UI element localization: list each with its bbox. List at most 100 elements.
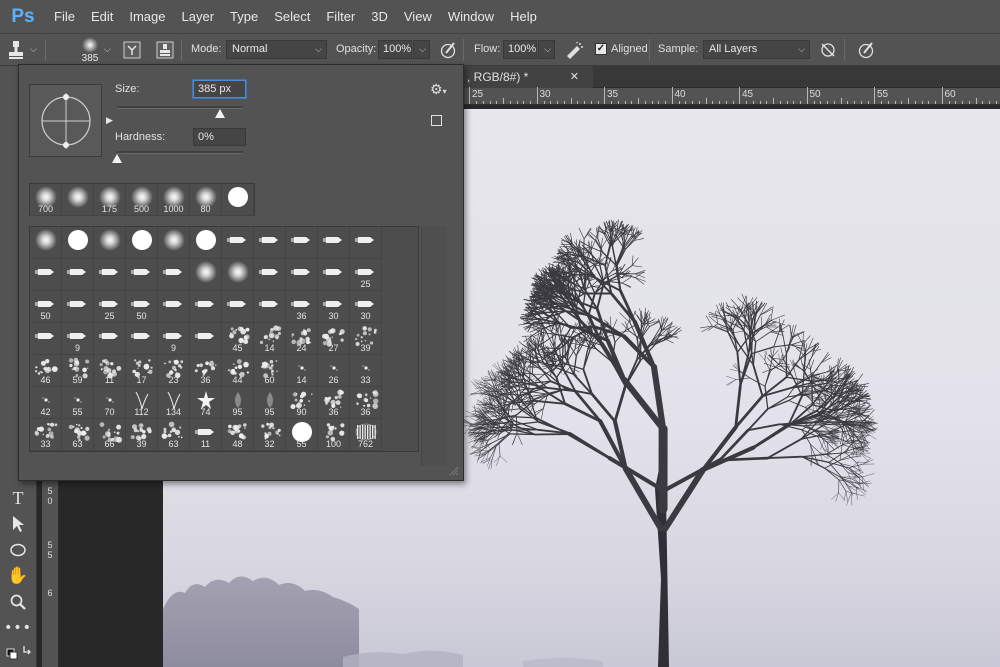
brush-preset-cell[interactable] bbox=[62, 291, 94, 323]
menu-3d[interactable]: 3D bbox=[363, 0, 396, 33]
brush-preset-cell[interactable]: 39 bbox=[126, 419, 158, 451]
brush-preset-cell[interactable] bbox=[190, 323, 222, 355]
brush-preset-cell[interactable]: 33 bbox=[30, 419, 62, 451]
hardness-slider[interactable] bbox=[117, 151, 243, 154]
airbrush-button[interactable] bbox=[562, 38, 586, 62]
brush-preset-cell[interactable]: 25 bbox=[94, 291, 126, 323]
brush-preset-cell[interactable]: 95 bbox=[254, 387, 286, 419]
brush-preset-cell[interactable] bbox=[190, 227, 222, 259]
brush-preset-button[interactable]: 385 bbox=[76, 36, 104, 66]
brush-preset-cell[interactable] bbox=[94, 227, 126, 259]
brush-preset-cell[interactable]: 46 bbox=[30, 355, 62, 387]
brush-tip-preview[interactable] bbox=[29, 84, 102, 157]
menu-filter[interactable]: Filter bbox=[318, 0, 363, 33]
brush-preset-cell[interactable]: 134 bbox=[158, 387, 190, 419]
toggle-brush-panel[interactable] bbox=[153, 38, 177, 62]
brush-preset-cell[interactable] bbox=[94, 323, 126, 355]
brush-preset-cell[interactable]: 42 bbox=[30, 387, 62, 419]
pressure-opacity-button[interactable] bbox=[436, 38, 460, 62]
brush-preset-cell[interactable]: 36 bbox=[318, 387, 350, 419]
brush-preset-cell[interactable]: 36 bbox=[350, 387, 382, 419]
brush-preset-cell[interactable] bbox=[286, 259, 318, 291]
brush-preset-cell[interactable]: 30 bbox=[350, 291, 382, 323]
size-slider-thumb[interactable] bbox=[215, 109, 225, 118]
brush-preset-cell[interactable] bbox=[94, 259, 126, 291]
menu-image[interactable]: Image bbox=[121, 0, 173, 33]
resize-grip-icon[interactable] bbox=[449, 466, 459, 476]
brush-preset-cell[interactable]: 66 bbox=[94, 419, 126, 451]
brush-preset-cell[interactable] bbox=[222, 291, 254, 323]
menu-view[interactable]: View bbox=[396, 0, 440, 33]
brush-preset-cell[interactable]: 60 bbox=[254, 355, 286, 387]
brush-preset-cell[interactable] bbox=[30, 259, 62, 291]
brush-preset-cell[interactable]: 80 bbox=[190, 184, 222, 216]
tool-preset-picker[interactable] bbox=[4, 38, 28, 62]
flow-dropdown[interactable]: ⌵ bbox=[538, 40, 555, 59]
brush-preset-cell[interactable]: 36 bbox=[286, 291, 318, 323]
brush-preset-cell[interactable]: 14 bbox=[254, 323, 286, 355]
opacity-input[interactable]: 100% bbox=[378, 40, 412, 59]
menu-window[interactable]: Window bbox=[440, 0, 502, 33]
menu-help[interactable]: Help bbox=[502, 0, 545, 33]
brush-preset-cell[interactable] bbox=[286, 227, 318, 259]
brush-preset-cell[interactable] bbox=[62, 259, 94, 291]
opacity-dropdown[interactable]: ⌵ bbox=[413, 40, 430, 59]
brush-preset-cell[interactable]: 95 bbox=[222, 387, 254, 419]
brush-preset-cell[interactable]: 59 bbox=[62, 355, 94, 387]
brush-preset-cell[interactable] bbox=[158, 227, 190, 259]
brush-preset-cell[interactable]: 55 bbox=[62, 387, 94, 419]
pressure-size-button[interactable] bbox=[854, 38, 878, 62]
brush-preset-cell[interactable] bbox=[190, 259, 222, 291]
brush-preset-cell[interactable]: 63 bbox=[62, 419, 94, 451]
gear-icon[interactable]: ⚙▾ bbox=[430, 81, 447, 98]
brush-preset-cell[interactable] bbox=[126, 323, 158, 355]
brush-preset-cell[interactable]: 30 bbox=[318, 291, 350, 323]
brush-preset-cell[interactable]: 44 bbox=[222, 355, 254, 387]
brush-preset-cell[interactable]: 90 bbox=[286, 387, 318, 419]
brush-preset-cell[interactable]: 762 bbox=[350, 419, 382, 451]
menu-type[interactable]: Type bbox=[222, 0, 266, 33]
brush-preset-cell[interactable] bbox=[190, 291, 222, 323]
close-icon[interactable]: ✕ bbox=[570, 66, 579, 88]
menu-layer[interactable]: Layer bbox=[174, 0, 223, 33]
brush-preset-cell[interactable]: 700 bbox=[30, 184, 62, 216]
brush-preset-cell[interactable] bbox=[254, 291, 286, 323]
brush-preset-cell[interactable]: 50 bbox=[126, 291, 158, 323]
brush-preset-cell[interactable]: 48 bbox=[222, 419, 254, 451]
brush-preset-cell[interactable]: 17 bbox=[126, 355, 158, 387]
edit-toolbar-button[interactable]: ••• bbox=[5, 616, 31, 640]
brush-preset-cell[interactable]: 27 bbox=[318, 323, 350, 355]
brush-preset-cell[interactable] bbox=[126, 227, 158, 259]
brush-preset-cell[interactable] bbox=[158, 291, 190, 323]
aligned-checkbox[interactable]: ✓ bbox=[595, 43, 607, 55]
brush-preset-cell[interactable]: 11 bbox=[190, 419, 222, 451]
chevron-down-icon[interactable]: ⌵ bbox=[30, 44, 37, 55]
brush-preset-cell[interactable]: 33 bbox=[350, 355, 382, 387]
menu-edit[interactable]: Edit bbox=[83, 0, 121, 33]
new-preset-icon[interactable] bbox=[431, 115, 442, 126]
menu-select[interactable]: Select bbox=[266, 0, 318, 33]
brush-preset-cell[interactable]: 24 bbox=[286, 323, 318, 355]
brush-preset-cell[interactable] bbox=[222, 184, 254, 216]
brush-preset-cell[interactable]: 32 bbox=[254, 419, 286, 451]
clone-source-button[interactable] bbox=[120, 38, 144, 62]
brush-preset-cell[interactable] bbox=[350, 227, 382, 259]
brush-preset-cell[interactable] bbox=[318, 227, 350, 259]
document-tab[interactable]: , RGB/8#) * ✕ bbox=[463, 66, 593, 88]
path-selection-tool[interactable] bbox=[5, 512, 31, 536]
brush-preset-cell[interactable] bbox=[158, 259, 190, 291]
menu-file[interactable]: File bbox=[46, 0, 83, 33]
chevron-down-icon[interactable]: ⌵ bbox=[104, 44, 111, 55]
mode-select[interactable]: Normal ⌵ bbox=[226, 40, 327, 59]
brush-preset-cell[interactable]: 175 bbox=[94, 184, 126, 216]
brush-preset-cell[interactable] bbox=[62, 184, 94, 216]
brush-preset-cell[interactable]: 9 bbox=[62, 323, 94, 355]
brush-preset-cell[interactable]: 112 bbox=[126, 387, 158, 419]
brush-preset-cell[interactable]: 50 bbox=[30, 291, 62, 323]
brush-preset-cell[interactable] bbox=[62, 227, 94, 259]
ignore-adjustment-layers-button[interactable] bbox=[816, 38, 840, 62]
brush-preset-cell[interactable]: 25 bbox=[350, 259, 382, 291]
type-tool[interactable]: T bbox=[5, 486, 31, 510]
brush-preset-cell[interactable] bbox=[30, 227, 62, 259]
brush-preset-cell[interactable]: 23 bbox=[158, 355, 190, 387]
